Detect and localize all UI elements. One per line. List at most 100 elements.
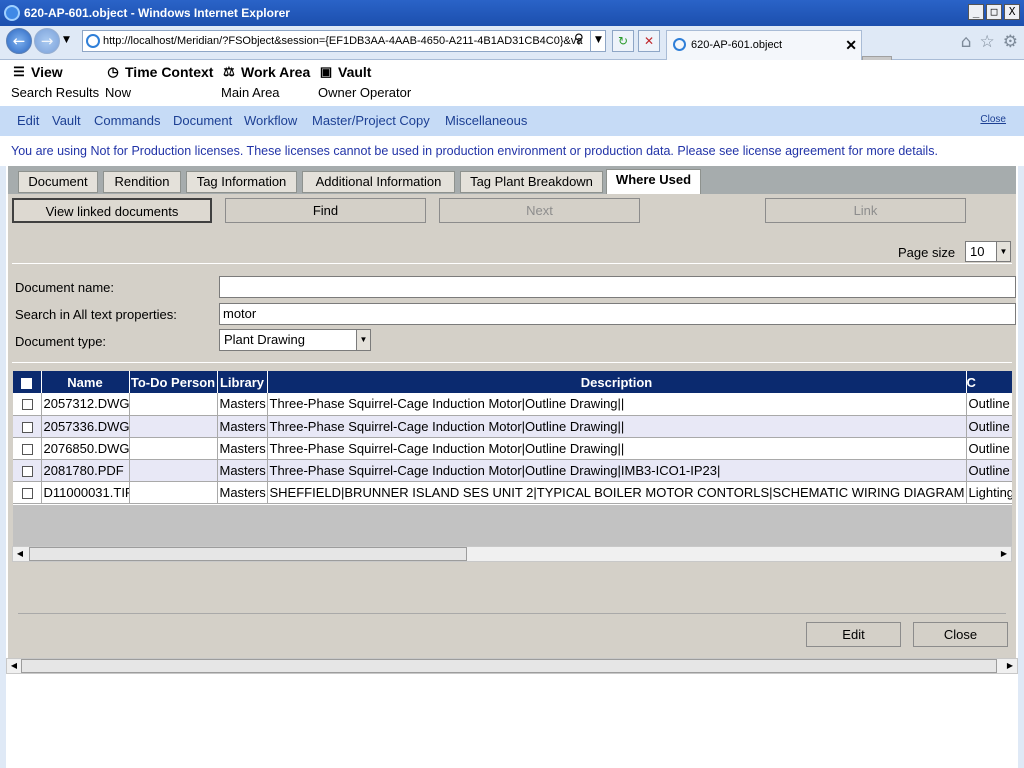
work-area-icon: ⚖ [223,64,235,79]
row-checkbox[interactable] [22,421,34,433]
row-checkbox-cell [13,481,42,504]
search-icon[interactable]: ⚲ [574,32,584,47]
find-button[interactable]: Find [225,198,426,223]
scroll-right-icon[interactable]: ▶ [997,547,1011,561]
next-button[interactable]: Next [439,198,640,223]
vault-sub: Owner Operator [318,85,412,100]
page-scroll-left-icon[interactable]: ◀ [7,659,21,673]
link-button[interactable]: Link [765,198,966,223]
browser-tab[interactable]: 620-AP-601.object ✕ [666,30,862,60]
row-checkbox[interactable] [22,443,34,455]
vault-toolbar-item[interactable]: ▣ Vault Owner Operator [318,64,411,100]
cell-description: SHEFFIELD|BRUNNER ISLAND SES UNIT 2|TYPI… [267,481,967,504]
window-frame-right [1018,60,1024,768]
refresh-button[interactable]: ↻ [612,30,634,52]
cell-c: Outline [966,415,1012,438]
divider [18,613,1006,614]
page-size-select[interactable]: 10 ▼ [965,241,1011,262]
column-header-c[interactable]: C [966,371,1012,393]
history-dropdown-icon[interactable]: ▼ [63,35,70,45]
tab-where-used[interactable]: Where Used [606,169,701,194]
back-button[interactable]: ← [6,28,32,54]
document-type-select[interactable]: Plant Drawing ▼ [219,329,371,351]
divider [12,263,1012,264]
document-type-label: Document type: [15,334,107,349]
view-toolbar-item[interactable]: ☰ View Search Results [11,64,99,100]
column-header-name[interactable]: Name [41,371,130,393]
row-checkbox[interactable] [22,487,34,499]
document-type-dropdown-icon[interactable]: ▼ [356,330,370,350]
page-size-value: 10 [970,244,985,259]
browser-tab-title: 620-AP-601.object [691,39,783,51]
work-area-label: Work Area [241,64,311,80]
edit-button[interactable]: Edit [806,622,901,647]
table-row[interactable]: 2057312.DWG Masters Three-Phase Squirrel… [13,393,1012,416]
maximize-button[interactable]: □ [986,4,1002,20]
menu-workflow[interactable]: Workflow [244,113,297,128]
tab-tag-plant-breakdown[interactable]: Tag Plant Breakdown [460,171,603,193]
vault-icon: ▣ [319,64,333,79]
stop-button[interactable]: ✕ [638,30,660,52]
tab-document[interactable]: Document [18,171,98,193]
row-checkbox[interactable] [22,465,34,477]
menu-document[interactable]: Document [173,113,232,128]
tab-close-icon[interactable]: ✕ [845,31,857,59]
minimize-button[interactable]: _ [968,4,984,20]
search-text-input[interactable]: motor [219,303,1016,325]
tab-additional-information[interactable]: Additional Information [302,171,455,193]
view-sub: Search Results [11,85,100,100]
menu-vault[interactable]: Vault [52,113,81,128]
cell-name: 2057312.DWG [41,393,130,416]
menu-edit[interactable]: Edit [17,113,39,128]
time-context-label: Time Context [125,64,214,80]
forward-button[interactable]: → [34,28,60,54]
view-linked-documents-button[interactable]: View linked documents [12,198,212,223]
property-tabs: Document Rendition Tag Information Addit… [8,166,1016,194]
page-scroll-thumb[interactable] [21,659,997,673]
time-context-toolbar-item[interactable]: ◷ Time Context Now [105,64,213,100]
cell-description: Three-Phase Squirrel-Cage Induction Moto… [267,393,967,416]
tools-gear-icon[interactable]: ⚙ [1003,32,1018,52]
table-row[interactable]: 2057336.DWG Masters Three-Phase Squirrel… [13,415,1012,438]
page-horizontal-scrollbar[interactable]: ◀ ▶ [6,658,1018,674]
menu-close-link[interactable]: Close [980,114,1006,125]
menu-master-project-copy[interactable]: Master/Project Copy [312,113,430,128]
table-row[interactable]: 2076850.DWG Masters Three-Phase Squirrel… [13,437,1012,460]
grid-empty-area [13,505,1012,546]
cell-library: Masters [217,459,268,482]
menu-miscellaneous[interactable]: Miscellaneous [445,113,527,128]
results-grid: Name To-Do Person Library Description C … [13,371,1012,505]
table-row[interactable]: D11000031.TIF Masters SHEFFIELD|BRUNNER … [13,481,1012,504]
column-header-library[interactable]: Library [217,371,268,393]
divider [12,362,1012,363]
cell-todo [129,481,218,504]
vault-label: Vault [338,64,372,80]
row-checkbox-cell [13,459,42,482]
column-header-todo-person[interactable]: To-Do Person [129,371,218,393]
cell-description: Three-Phase Squirrel-Cage Induction Moto… [267,459,967,482]
close-button[interactable]: Close [913,622,1008,647]
grid-scroll-thumb[interactable] [29,547,467,561]
favorites-star-icon[interactable]: ☆ [980,32,995,52]
table-row[interactable]: 2081780.PDF Masters Three-Phase Squirrel… [13,459,1012,482]
cell-library: Masters [217,481,268,504]
document-name-input[interactable] [219,276,1016,298]
page-size-dropdown-icon[interactable]: ▼ [996,242,1010,261]
cell-name: 2076850.DWG [41,437,130,460]
column-header-description[interactable]: Description [267,371,967,393]
row-checkbox[interactable] [22,399,34,411]
cell-todo [129,393,218,416]
home-icon[interactable]: ⌂ [961,32,972,52]
menu-commands[interactable]: Commands [94,113,160,128]
address-bar[interactable]: http://localhost/Meridian/?FSObject&sess… [82,30,606,52]
scroll-left-icon[interactable]: ◀ [13,547,27,561]
list-view-icon: ☰ [13,64,25,79]
tab-rendition[interactable]: Rendition [103,171,181,193]
window-close-button[interactable]: X [1004,4,1020,20]
work-area-toolbar-item[interactable]: ⚖ Work Area Main Area [221,64,310,100]
grid-horizontal-scrollbar[interactable]: ◀ ▶ [12,546,1012,562]
address-dropdown-icon[interactable]: ▼ [590,30,606,52]
tab-tag-information[interactable]: Tag Information [186,171,297,193]
page-scroll-right-icon[interactable]: ▶ [1003,659,1017,673]
select-all-checkbox[interactable] [21,377,33,389]
